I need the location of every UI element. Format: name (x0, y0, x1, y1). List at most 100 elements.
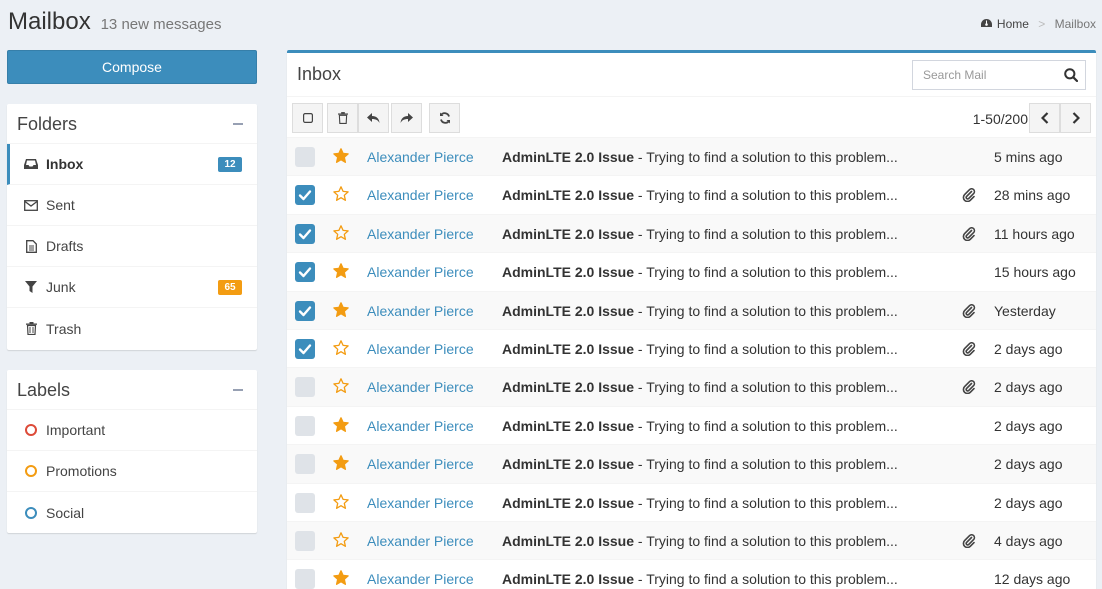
delete-button[interactable] (327, 103, 358, 133)
breadcrumb-home[interactable]: Home (980, 17, 1032, 31)
message-subject[interactable]: AdminLTE 2.0 Issue - Trying to find a so… (502, 341, 898, 357)
message-row[interactable]: Alexander Pierce AdminLTE 2.0 Issue - Try… (287, 213, 1096, 253)
unread-badge: 12 (218, 157, 242, 172)
folder-item-trash[interactable]: Trash (7, 308, 257, 349)
star-filled-icon[interactable] (333, 455, 349, 471)
search-icon[interactable] (1057, 68, 1085, 82)
message-sender[interactable]: Alexander Pierce (367, 379, 474, 395)
search-input[interactable]: Search Mail (912, 60, 1086, 90)
message-checkbox[interactable] (295, 492, 315, 513)
message-checkbox[interactable] (295, 530, 315, 551)
message-sender[interactable]: Alexander Pierce (367, 495, 474, 511)
message-checkbox[interactable] (295, 223, 315, 244)
message-subject[interactable]: AdminLTE 2.0 Issue - Trying to find a so… (502, 303, 898, 319)
star-outline-icon[interactable] (333, 532, 349, 548)
message-checkbox[interactable] (295, 300, 315, 321)
message-subject[interactable]: AdminLTE 2.0 Issue - Trying to find a so… (502, 187, 898, 203)
refresh-button[interactable] (429, 103, 460, 133)
message-checkbox[interactable] (295, 147, 315, 167)
message-sender[interactable]: Alexander Pierce (367, 456, 474, 472)
star-outline-icon[interactable] (333, 493, 349, 510)
message-sender[interactable]: Alexander Pierce (367, 303, 474, 319)
compose-button[interactable]: Compose (7, 50, 257, 84)
message-subject[interactable]: AdminLTE 2.0 Issue - Trying to find a so… (502, 533, 898, 549)
message-subject[interactable]: AdminLTE 2.0 Issue - Trying to find a so… (502, 149, 898, 165)
message-row[interactable]: Alexander Pierce AdminLTE 2.0 Issue - Try… (287, 137, 1096, 176)
message-sender[interactable]: Alexander Pierce (367, 264, 474, 280)
message-row[interactable]: Alexander Pierce AdminLTE 2.0 Issue - Try… (287, 252, 1096, 290)
message-sender[interactable]: Alexander Pierce (367, 571, 474, 587)
message-row[interactable]: Alexander Pierce AdminLTE 2.0 Issue - Try… (287, 482, 1096, 521)
message-subject[interactable]: AdminLTE 2.0 Issue - Trying to find a so… (502, 571, 898, 587)
square-icon (302, 113, 313, 123)
message-subject[interactable]: AdminLTE 2.0 Issue - Trying to find a so… (502, 226, 898, 242)
message-checkbox[interactable] (295, 569, 315, 589)
folder-label: Trash (46, 320, 82, 337)
label-name: Promotions (46, 463, 117, 479)
forward-icon (400, 112, 413, 123)
message-row[interactable]: Alexander Pierce AdminLTE 2.0 Issue - Try… (287, 444, 1096, 483)
star-filled-icon[interactable] (333, 570, 349, 586)
folder-item-drafts[interactable]: Drafts (7, 226, 257, 267)
message-checkbox[interactable] (295, 262, 315, 283)
star-filled-icon[interactable] (333, 263, 349, 279)
message-subject[interactable]: AdminLTE 2.0 Issue - Trying to find a so… (502, 456, 898, 472)
message-sender[interactable]: Alexander Pierce (367, 226, 474, 242)
circle-icon (25, 424, 37, 436)
message-subject[interactable]: AdminLTE 2.0 Issue - Trying to find a so… (502, 264, 898, 280)
next-page-button[interactable] (1060, 103, 1091, 133)
message-preview: - Trying to find a solution to this prob… (634, 532, 898, 549)
message-checkbox[interactable] (295, 377, 315, 398)
message-subject[interactable]: AdminLTE 2.0 Issue - Trying to find a so… (502, 379, 898, 395)
paperclip-icon (962, 188, 976, 203)
message-sender[interactable]: Alexander Pierce (367, 341, 474, 357)
message-row[interactable]: Alexander Pierce AdminLTE 2.0 Issue - Try… (287, 290, 1096, 329)
message-sender[interactable]: Alexander Pierce (367, 187, 474, 203)
message-subject[interactable]: AdminLTE 2.0 Issue - Trying to find a so… (502, 418, 898, 434)
star-outline-icon[interactable] (333, 340, 349, 356)
message-row[interactable]: Alexander Pierce AdminLTE 2.0 Issue - Try… (287, 520, 1096, 560)
folder-item-junk[interactable]: Junk 65 (7, 267, 257, 308)
star-filled-icon[interactable] (333, 148, 349, 164)
label-item-social[interactable]: Social (7, 492, 257, 533)
message-subject[interactable]: AdminLTE 2.0 Issue - Trying to find a so… (502, 495, 898, 511)
mail-toolbar: 1-50/200 (287, 97, 1096, 137)
message-checkbox[interactable] (295, 415, 315, 436)
label-item-promotions[interactable]: Promotions (7, 451, 257, 492)
labels-collapse-button[interactable] (233, 389, 243, 391)
filter-icon (24, 280, 38, 294)
reply-button[interactable] (358, 103, 389, 133)
message-row[interactable]: Alexander Pierce AdminLTE 2.0 Issue - Try… (287, 175, 1096, 213)
page-header: Mailbox 13 new messages Home > Mailbox (8, 8, 1096, 40)
message-sender[interactable]: Alexander Pierce (367, 418, 474, 434)
star-filled-icon[interactable] (333, 301, 349, 318)
message-date: 4 days ago (994, 532, 1063, 549)
message-row[interactable]: Alexander Pierce AdminLTE 2.0 Issue - Try… (287, 405, 1096, 444)
star-outline-icon[interactable] (333, 186, 349, 202)
select-all-button[interactable] (292, 103, 323, 133)
pager-text: 1-50/200 (972, 111, 1028, 127)
message-checkbox[interactable] (295, 185, 315, 206)
folder-item-sent[interactable]: Sent (7, 185, 257, 226)
prev-page-button[interactable] (1029, 103, 1060, 133)
folders-collapse-button[interactable] (233, 123, 243, 125)
star-filled-icon[interactable] (333, 416, 349, 433)
message-preview: - Trying to find a solution to this prob… (634, 417, 898, 434)
label-item-important[interactable]: Important (7, 410, 257, 451)
message-subject-title: AdminLTE 2.0 Issue (502, 149, 634, 165)
message-subject-title: AdminLTE 2.0 Issue (502, 187, 634, 204)
folder-item-inbox[interactable]: Inbox 12 (7, 144, 257, 185)
message-row[interactable]: Alexander Pierce AdminLTE 2.0 Issue - Try… (287, 328, 1096, 367)
message-subject-title: AdminLTE 2.0 Issue (502, 494, 634, 511)
star-outline-icon[interactable] (333, 224, 349, 241)
message-sender[interactable]: Alexander Pierce (367, 149, 474, 165)
message-row[interactable]: Alexander Pierce AdminLTE 2.0 Issue - Try… (287, 559, 1096, 589)
message-date: 2 days ago (994, 340, 1063, 357)
message-checkbox[interactable] (295, 454, 315, 475)
message-row[interactable]: Alexander Pierce AdminLTE 2.0 Issue - Try… (287, 367, 1096, 406)
message-date: 2 days ago (994, 456, 1063, 473)
star-outline-icon[interactable] (333, 378, 349, 394)
forward-button[interactable] (391, 103, 422, 133)
message-checkbox[interactable] (295, 338, 315, 359)
message-sender[interactable]: Alexander Pierce (367, 533, 474, 549)
